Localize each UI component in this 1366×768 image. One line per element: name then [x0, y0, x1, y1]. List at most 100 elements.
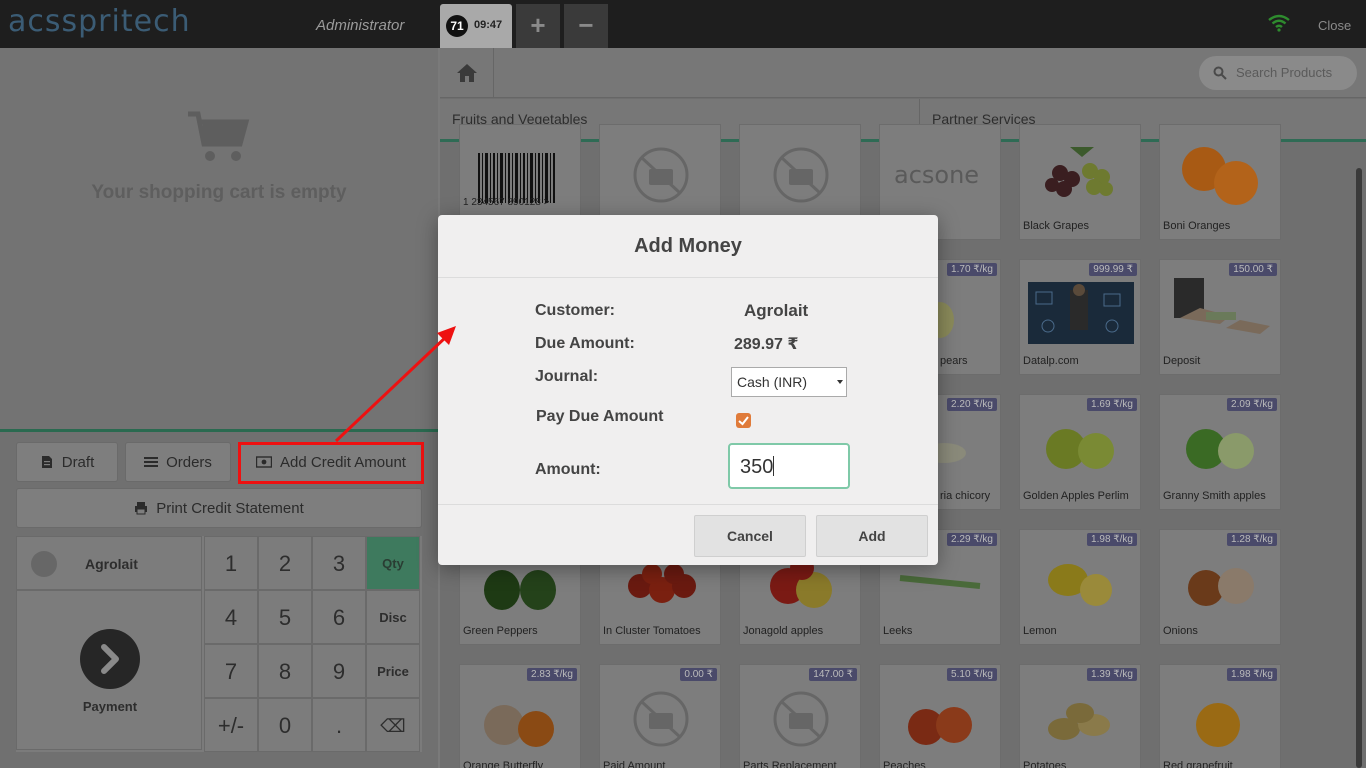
datalp-image [1028, 282, 1134, 344]
no-image-icon [773, 147, 829, 203]
search-box[interactable]: Search Products [1199, 56, 1357, 90]
numpad-key-8[interactable]: 8 [258, 644, 312, 698]
numpad-key-5[interactable]: 5 [258, 590, 312, 644]
dialog-footer-divider [438, 504, 938, 505]
customer-label: Customer: [535, 302, 616, 319]
numpad-key-3[interactable]: 3 [312, 536, 366, 590]
product-tile[interactable]: 2.09 ₹/kg Granny Smith apples [1159, 394, 1281, 510]
dialog-title: Add Money [438, 215, 938, 278]
draft-button[interactable]: Draft [16, 442, 118, 482]
document-icon [41, 456, 52, 468]
product-tile[interactable]: 2.83 ₹/kg Orange Butterfly [459, 664, 581, 768]
product-tile[interactable]: 1.98 ₹/kg Lemon [1019, 529, 1141, 645]
product-name: pears [940, 355, 968, 367]
price-mode-button[interactable]: Price [366, 644, 420, 698]
product-name: In Cluster Tomatoes [603, 625, 701, 637]
numpad-key-2[interactable]: 2 [258, 536, 312, 590]
cart-area: Your shopping cart is empty [0, 48, 438, 432]
customer-value: Agrolait [744, 301, 809, 320]
journal-select[interactable]: Cash (INR) [731, 367, 847, 397]
pay-due-amount-label: Pay Due Amount [536, 408, 664, 425]
orders-button[interactable]: Orders [125, 442, 231, 482]
product-tile[interactable]: 147.00 ₹ Parts Replacement [739, 664, 861, 768]
print-credit-statement-button[interactable]: Print Credit Statement [16, 488, 422, 528]
product-name: Deposit [1163, 355, 1201, 367]
cancel-button[interactable]: Cancel [694, 515, 806, 557]
cart-empty-message: Your shopping cart is empty [91, 182, 347, 203]
product-tile[interactable]: 999.99 ₹ Datalp.com [1019, 259, 1141, 375]
deposit-image [1174, 278, 1270, 334]
no-image-icon [773, 691, 829, 747]
annotation-highlight-box [238, 442, 424, 484]
journal-label: Journal: [535, 368, 599, 385]
product-name: Orange Butterfly [463, 760, 544, 768]
chevron-down-icon [837, 380, 843, 384]
journal-select-value: Cash (INR) [737, 374, 808, 390]
product-name: Granny Smith apples [1163, 490, 1266, 502]
qty-mode-button[interactable]: Qty [366, 536, 420, 590]
backspace-button[interactable]: ⌫ [366, 698, 420, 752]
breadcrumb-bar: Search Products [440, 48, 1366, 98]
customer-name: Agrolait [85, 556, 138, 572]
amount-input[interactable]: 350 [728, 443, 850, 489]
order-time: 09:47 [474, 19, 503, 31]
wifi-icon [1268, 14, 1290, 32]
numpad-key-4[interactable]: 4 [204, 590, 258, 644]
orders-label: Orders [166, 453, 212, 471]
product-tile[interactable]: Black Grapes [1019, 124, 1141, 240]
acsone-logo: acsone [894, 161, 980, 189]
close-button[interactable]: Close [1318, 18, 1351, 33]
chevron-right-icon [80, 629, 140, 689]
onions-image [1188, 568, 1254, 606]
home-button[interactable] [440, 48, 494, 98]
product-name: Onions [1163, 625, 1198, 637]
no-image-icon [633, 691, 689, 747]
lemon-image [1048, 564, 1112, 606]
due-amount-value: 289.97 ₹ [734, 336, 799, 353]
payment-button[interactable]: Payment [16, 590, 202, 750]
product-name: Jonagold apples [743, 625, 824, 637]
add-order-button[interactable]: + [516, 4, 560, 48]
product-tile[interactable]: 1.98 ₹/kg Red grapefruit [1159, 664, 1281, 768]
product-tile[interactable]: 1.39 ₹/kg Potatoes [1019, 664, 1141, 768]
disc-mode-button[interactable]: Disc [366, 590, 420, 644]
product-name: Potatoes [1023, 760, 1067, 768]
user-name[interactable]: Administrator [316, 17, 404, 34]
print-credit-statement-label: Print Credit Statement [156, 499, 304, 517]
numpad-key-0[interactable]: 0 [258, 698, 312, 752]
product-name: Boni Oranges [1163, 220, 1231, 232]
numpad-key-1[interactable]: 1 [204, 536, 258, 590]
grapes-image [1045, 147, 1113, 197]
product-tile[interactable]: Boni Oranges [1159, 124, 1281, 240]
customer-button[interactable]: Agrolait [16, 536, 202, 590]
pay-due-amount-checkbox[interactable] [736, 413, 751, 428]
numpad-key-6[interactable]: 6 [312, 590, 366, 644]
order-tab[interactable]: 71 09:47 [440, 4, 512, 48]
add-button[interactable]: Add [816, 515, 928, 557]
numpad-key-9[interactable]: 9 [312, 644, 366, 698]
product-name: Green Peppers [463, 625, 538, 637]
product-name: Lemon [1023, 625, 1057, 637]
numpad-key-sign[interactable]: +/- [204, 698, 258, 752]
product-name: Leeks [883, 625, 913, 637]
product-name: Parts Replacement [743, 760, 837, 768]
oranges-image [1182, 147, 1258, 205]
product-tile[interactable]: 150.00 ₹ Deposit [1159, 259, 1281, 375]
scrollbar[interactable] [1356, 168, 1362, 768]
numpad-key-dot[interactable]: . [312, 698, 366, 752]
product-tile[interactable]: 0.00 ₹ Paid Amount [599, 664, 721, 768]
user-icon [31, 551, 57, 577]
granny-smith-image [1186, 429, 1254, 469]
remove-order-button[interactable]: − [564, 4, 608, 48]
numpad-key-7[interactable]: 7 [204, 644, 258, 698]
product-tile[interactable]: 5.10 ₹/kg Peaches [879, 664, 1001, 768]
list-icon [144, 457, 159, 467]
product-tile[interactable]: 1.28 ₹/kg Onions [1159, 529, 1281, 645]
product-tile[interactable]: 1.69 ₹/kg Golden Apples Perlim [1019, 394, 1141, 510]
add-money-dialog: Add Money Customer: Agrolait Due Amount:… [438, 215, 938, 565]
amount-input-value: 350 [740, 456, 774, 478]
search-input[interactable]: Search Products [1236, 65, 1332, 80]
order-number-badge: 71 [446, 15, 468, 37]
peaches-image [908, 707, 972, 745]
product-name: ria chicory [940, 490, 991, 502]
